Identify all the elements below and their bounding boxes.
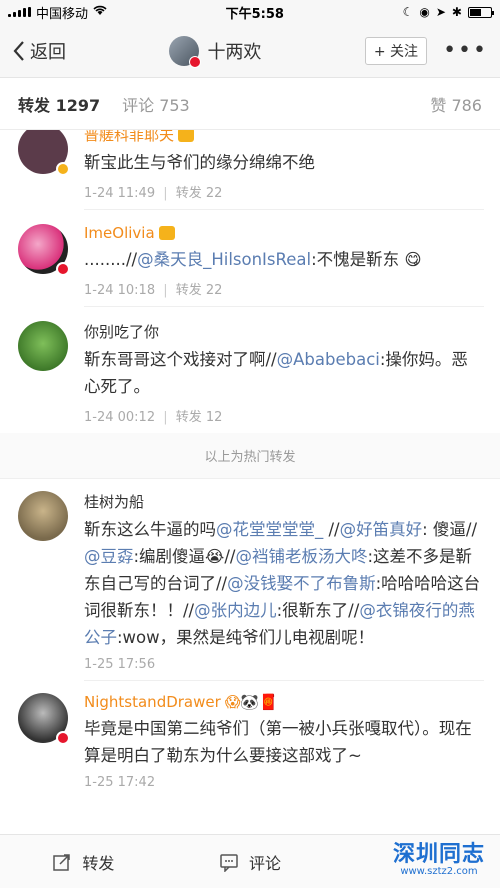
- repost-text: 靳东这么牛逼的吗@花堂堂堂堂_ //@好笛真好: 傻逼// @豆孬:编剧傻逼😭//…: [84, 516, 484, 651]
- timestamp: 1-25 17:42: [84, 775, 156, 790]
- list-item[interactable]: ImeOlivia ........//@桑天良_HilsonIsReal:不愧…: [0, 210, 500, 307]
- location-icon: ➤: [435, 5, 446, 19]
- repost-text: ........//@桑天良_HilsonIsReal:不愧是靳东 😋: [84, 246, 484, 273]
- verified-badge-icon: [56, 162, 70, 176]
- text-segment: ........//: [84, 250, 138, 269]
- repost-meta: 1-24 11:49 | 转发 22: [84, 186, 223, 201]
- avatar: [169, 35, 202, 68]
- list-item[interactable]: NightstandDrawer 😱🐼🧧 毕竟是中国第二纯爷们（第一被小兵张嘎取…: [0, 681, 500, 798]
- text-segment: :不愧是靳东 😋: [311, 250, 422, 269]
- timestamp: 1-24 11:49: [84, 186, 156, 201]
- tab-repost[interactable]: 转发 1297: [18, 92, 100, 116]
- text-segment: //: [323, 520, 340, 539]
- repost-meta: 1-25 17:56: [84, 657, 484, 680]
- verified-badge-icon: [56, 731, 70, 745]
- text-segment: 靳东哥哥这个戏接对了啊//: [84, 350, 277, 369]
- repost-count[interactable]: 转发 12: [176, 410, 223, 425]
- tab-likes[interactable]: 赞 786: [430, 92, 482, 116]
- user-name[interactable]: 桂树为船: [84, 491, 484, 512]
- vip-crown-icon: [178, 130, 195, 142]
- repost-meta: 1-24 10:18 | 转发 22: [84, 283, 223, 298]
- lock-rotation-icon: ◉: [419, 5, 430, 19]
- user-name[interactable]: ImeOlivia: [84, 224, 484, 242]
- user-name-text: 你别吃了你: [84, 323, 160, 341]
- chevron-left-icon: [13, 40, 24, 61]
- user-name[interactable]: 普艖科菲耶夫: [84, 130, 484, 145]
- tab-comment[interactable]: 评论 753: [122, 92, 190, 116]
- repost-button[interactable]: 转发: [0, 850, 167, 874]
- text-segment: 靳东这么牛逼的吗: [84, 520, 216, 539]
- repost-list: 普艖科菲耶夫 靳宝此生与爷们的缘分绵绵不绝 1-24 11:49 | 转发 22…: [0, 130, 500, 838]
- mention-link[interactable]: @豆孬: [84, 547, 134, 566]
- repost-text: 靳宝此生与爷们的缘分绵绵不绝: [84, 153, 315, 172]
- carrier-label: 中国移动: [36, 6, 89, 22]
- follow-button[interactable]: + 关注: [364, 36, 428, 65]
- watermark-text: 深圳同志: [392, 841, 485, 867]
- repost-button-label: 转发: [82, 853, 115, 873]
- avatar[interactable]: [18, 491, 68, 541]
- mention-link[interactable]: @没钱娶不了布鲁斯: [227, 574, 376, 593]
- mention-link[interactable]: @花堂堂堂堂_: [216, 520, 323, 539]
- comment-icon: [220, 853, 238, 872]
- list-item[interactable]: 你别吃了你 靳东哥哥这个戏接对了啊//@Ababebaci:操你妈。恶心死了。 …: [0, 307, 500, 433]
- wifi-icon: [93, 5, 107, 20]
- tab-bar: 转发 1297 评论 753 赞 786: [0, 78, 500, 130]
- mention-link[interactable]: @桑天良_HilsonIsReal: [137, 250, 311, 269]
- repost-text: 靳东哥哥这个戏接对了啊//@Ababebaci:操你妈。恶心死了。: [84, 346, 484, 400]
- user-name-text: NightstandDrawer: [84, 693, 221, 711]
- bottom-action-bar: 转发 评论 深圳同志 www.sztz2.com: [0, 834, 500, 888]
- repost-count[interactable]: 转发 22: [176, 186, 223, 201]
- back-label: 返回: [30, 41, 66, 63]
- user-name-text: 桂树为船: [84, 493, 145, 511]
- text-segment: : 傻逼//: [422, 520, 478, 539]
- battery-icon: [467, 6, 494, 18]
- list-item[interactable]: 普艖科菲耶夫 靳宝此生与爷们的缘分绵绵不绝 1-24 11:49 | 转发 22: [0, 130, 500, 210]
- repost-meta: 1-25 17:42: [84, 775, 484, 798]
- clock: 下午5:58: [225, 6, 284, 22]
- hot-reposts-divider: 以上为热门转发: [0, 433, 500, 479]
- user-badges: 😱🐼🧧: [224, 693, 278, 711]
- page-title: 十两欢: [207, 41, 262, 63]
- watermark-logo: 深圳同志 www.sztz2.com: [384, 836, 494, 884]
- mention-link[interactable]: @张内边儿: [194, 601, 277, 620]
- mention-link[interactable]: @Ababebaci: [277, 350, 380, 369]
- comment-button[interactable]: 评论: [167, 850, 334, 874]
- more-icon[interactable]: •••: [443, 38, 488, 63]
- avatar[interactable]: [18, 321, 68, 371]
- repost-count[interactable]: 转发 22: [176, 283, 223, 298]
- avatar[interactable]: [18, 130, 70, 176]
- user-name[interactable]: NightstandDrawer 😱🐼🧧: [84, 693, 484, 711]
- repost-meta: 1-24 00:12 | 转发 12: [84, 410, 223, 425]
- repost-icon: [53, 853, 71, 871]
- status-bar: 中国移动 下午5:58 ☾ ◉ ➤ ✱: [0, 0, 500, 24]
- bluetooth-icon: ✱: [451, 5, 462, 19]
- mention-link[interactable]: @裆铺老板汤大咚: [235, 547, 367, 566]
- mention-link[interactable]: @好笛真好: [340, 520, 423, 539]
- repost-text: 毕竟是中国第二纯爷们（第一被小兵张嘎取代）。现在算是明白了勒东为什么要接这部戏了…: [84, 719, 472, 765]
- user-name-text: 普艖科菲耶夫: [84, 130, 175, 144]
- timestamp: 1-24 00:12: [84, 410, 156, 425]
- timestamp: 1-24 10:18: [84, 283, 156, 298]
- text-segment: :很靳东了//: [276, 601, 360, 620]
- moon-icon: ☾: [402, 5, 414, 19]
- user-name-text: ImeOlivia: [84, 224, 155, 242]
- user-name[interactable]: 你别吃了你: [84, 321, 484, 342]
- vip-crown-icon: [158, 226, 175, 240]
- nav-title-group[interactable]: 十两欢: [169, 35, 262, 68]
- comment-button-label: 评论: [249, 853, 282, 873]
- verified-badge-icon: [56, 262, 70, 276]
- back-button[interactable]: 返回: [12, 38, 66, 64]
- timestamp: 1-25 17:56: [84, 657, 156, 672]
- nav-bar: 返回 十两欢 + 关注 •••: [0, 24, 500, 78]
- avatar[interactable]: [18, 224, 70, 276]
- text-segment: :wow，果然是纯爷们儿电视剧呢！: [117, 628, 375, 647]
- avatar[interactable]: [18, 693, 70, 745]
- watermark-url: www.sztz2.com: [400, 866, 478, 877]
- text-segment: :编剧傻逼😭//: [133, 547, 236, 566]
- list-item[interactable]: 桂树为船 靳东这么牛逼的吗@花堂堂堂堂_ //@好笛真好: 傻逼// @豆孬:编剧…: [0, 479, 500, 681]
- signal-icon: [8, 7, 31, 17]
